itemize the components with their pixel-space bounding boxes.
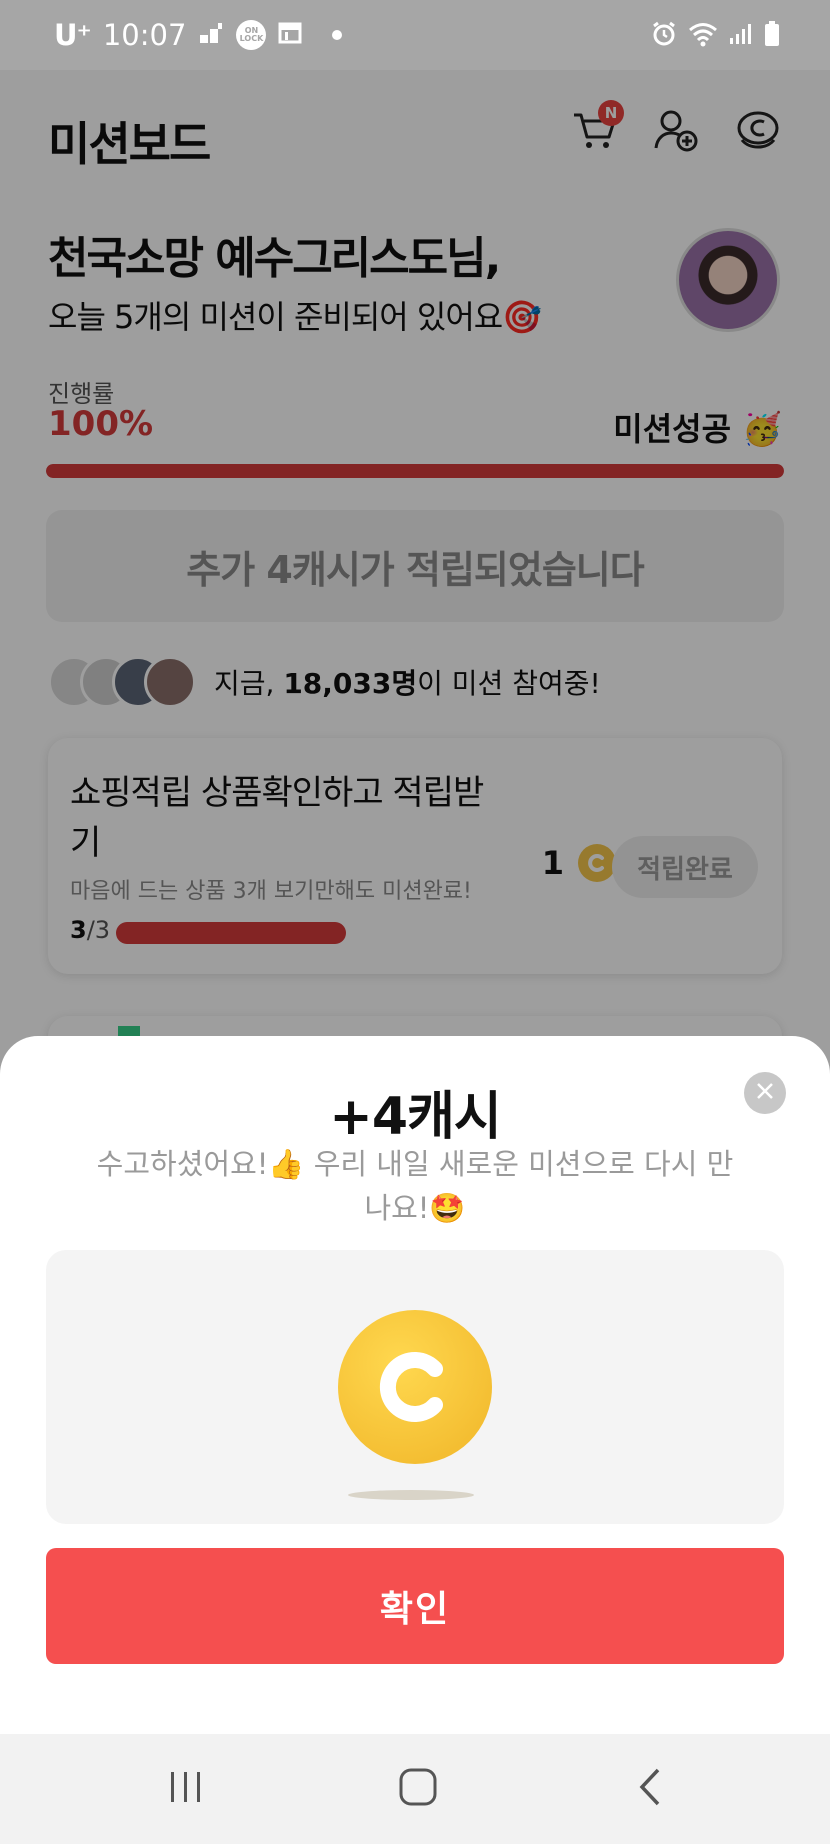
more-notifications-dot <box>332 30 343 40</box>
coin-illustration-box <box>46 1250 784 1524</box>
alarm-icon <box>650 20 678 52</box>
battery-icon <box>764 20 780 52</box>
calendar-icon <box>278 18 302 52</box>
clock: 10:07 <box>102 18 187 52</box>
reward-message: 수고하셨어요!👍 우리 내일 새로운 미션으로 다시 만나요!🤩 <box>96 1147 734 1225</box>
home-button[interactable] <box>388 1764 448 1814</box>
back-button[interactable] <box>620 1764 680 1814</box>
coin-shadow <box>348 1490 474 1500</box>
status-bar: U⁺ 10:07 ON LOCK <box>0 0 830 70</box>
carrier-label: U⁺ <box>54 18 92 52</box>
status-left: U⁺ 10:07 ON LOCK <box>54 18 343 52</box>
status-right <box>650 20 780 52</box>
system-navigation-bar <box>0 1734 830 1844</box>
reward-bottom-sheet: +4캐시 수고하셨어요!👍 우리 내일 새로운 미션으로 다시 만나요!🤩 확인 <box>0 1036 830 1734</box>
wifi-icon <box>688 21 718 51</box>
home-icon <box>398 1767 438 1811</box>
recent-apps-button[interactable] <box>156 1764 216 1814</box>
notification-icon <box>198 18 224 52</box>
one-lock-icon: ON LOCK <box>236 20 267 50</box>
recent-apps-icon <box>168 1770 204 1808</box>
coin-icon <box>338 1310 492 1464</box>
reward-title: +4캐시 <box>329 1087 501 1147</box>
confirm-button[interactable]: 확인 <box>46 1548 784 1664</box>
back-icon <box>637 1767 663 1811</box>
signal-icon <box>728 22 754 50</box>
